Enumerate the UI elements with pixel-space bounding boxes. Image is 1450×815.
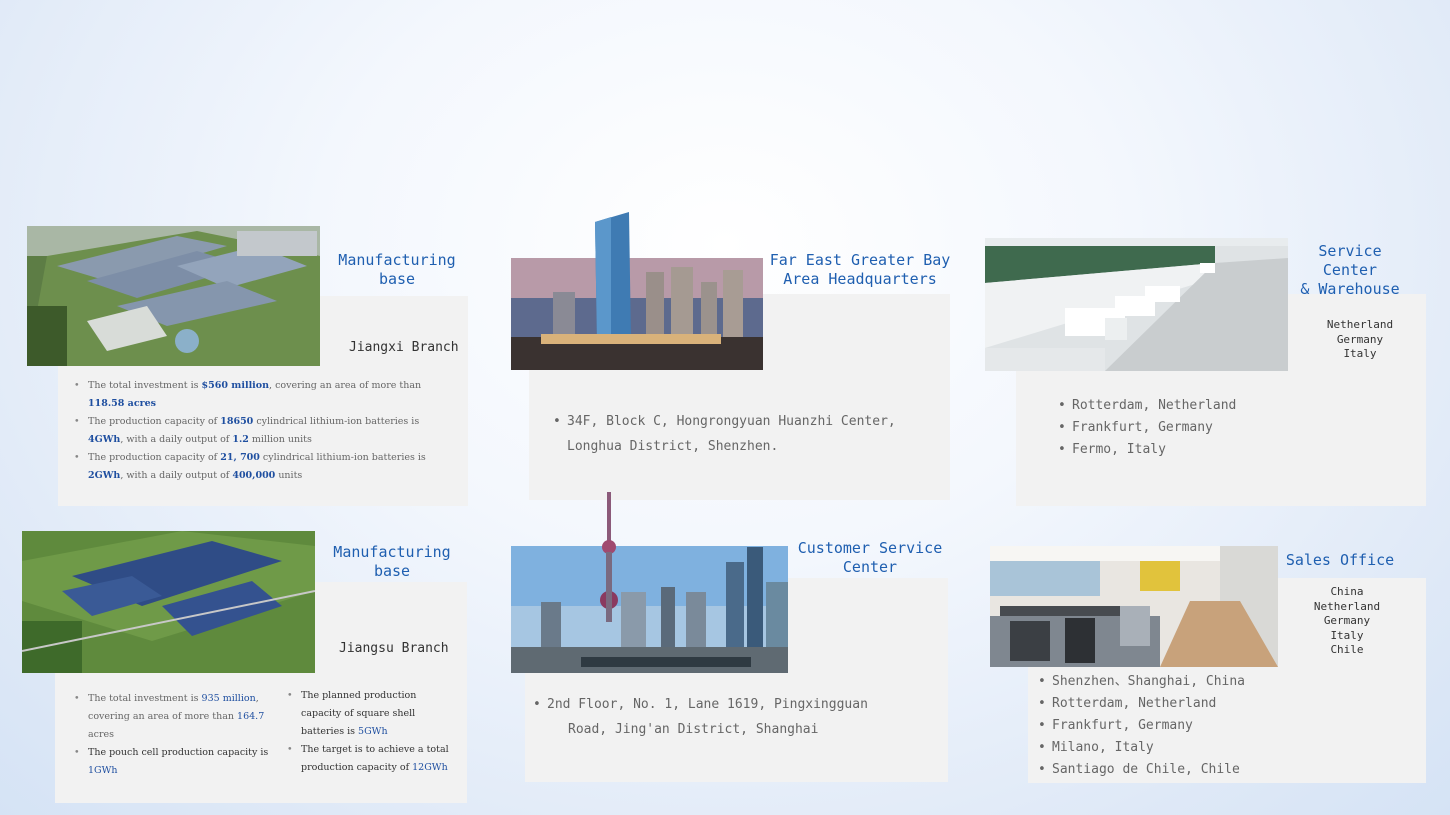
warehouse-title: Service Center & Warehouse [1290, 242, 1410, 299]
jiangxi-branch-label: Jiangxi Branch [349, 340, 459, 355]
warehouse-countries: Netherland Germany Italy [1310, 318, 1410, 362]
list-item: Milano, Italy [1038, 737, 1398, 759]
list-item: The total investment is 935 million, cov… [58, 690, 278, 744]
hq-title: Far East Greater Bay Area Headquarters [765, 251, 955, 289]
csc-title-line2: Center [842, 558, 898, 576]
hq-address: • 34F, Block C, Hongrongyuan Huanzhi Cent… [553, 409, 943, 459]
sales-country: Chile [1330, 643, 1364, 656]
csc-address: • 2nd Floor, No. 1, Lane 1619, Pingxinggu… [533, 692, 933, 742]
hq-title-line1: Far East Greater Bay [769, 251, 951, 269]
sales-title: Sales Office [1285, 551, 1395, 569]
warehouse-locations: Rotterdam, Netherland Frankfurt, Germany… [1058, 395, 1398, 461]
warehouse-image [985, 238, 1288, 371]
list-item: The target is to achieve a total product… [271, 741, 451, 777]
sales-country: Italy [1330, 628, 1364, 642]
sales-country: China [1330, 585, 1364, 598]
sales-country: Germany [1323, 614, 1371, 627]
csc-title-line1: Customer Service [797, 539, 943, 557]
list-item: Rotterdam, Netherland [1058, 395, 1398, 417]
csc-address-line2: Road, Jing'an District, Shanghai [568, 722, 819, 737]
list-item: The production capacity of 21, 700 cylin… [58, 449, 450, 485]
warehouse-country: Germany [1336, 332, 1384, 346]
list-item: Frankfurt, Germany [1038, 715, 1398, 737]
hq-building-image [511, 212, 763, 370]
warehouse-country: Netherland [1326, 318, 1394, 331]
hq-address-line1: 34F, Block C, Hongrongyuan Huanzhi Cente… [567, 414, 896, 429]
csc-title: Customer Service Center [790, 539, 950, 577]
jiangsu-branch-label: Jiangsu Branch [339, 641, 449, 656]
sales-countries: China Netherland Germany Italy Chile [1297, 585, 1397, 658]
list-item: The planned production capacity of squar… [271, 687, 451, 741]
list-item: Santiago de Chile, Chile [1038, 759, 1398, 781]
csc-address-line1: 2nd Floor, No. 1, Lane 1619, Pingxinggua… [547, 697, 868, 712]
jiangxi-title: Manufacturing base [338, 251, 456, 288]
hq-title-line2: Area Headquarters [783, 270, 937, 288]
jiangsu-bullets-left: The total investment is 935 million, cov… [58, 690, 278, 780]
jiangxi-bullets: The total investment is $560 million, co… [58, 377, 450, 485]
list-item: Shenzhen、Shanghai, China [1038, 671, 1398, 693]
warehouse-title-line1: Service Center [1318, 242, 1382, 279]
list-item: The production capacity of 18650 cylindr… [58, 413, 450, 449]
jiangsu-bullets-right: The planned production capacity of squar… [271, 687, 451, 777]
warehouse-title-line2: & Warehouse [1300, 280, 1400, 298]
list-item: The pouch cell production capacity is 1G… [58, 744, 278, 780]
list-item: The total investment is $560 million, co… [58, 377, 450, 413]
sales-office-image [990, 546, 1278, 667]
jiangsu-factory-image [22, 531, 315, 673]
list-item: Frankfurt, Germany [1058, 417, 1398, 439]
list-item: Rotterdam, Netherland [1038, 693, 1398, 715]
csc-shanghai-image [511, 492, 788, 673]
list-item: Fermo, Italy [1058, 439, 1398, 461]
jiangsu-title: Manufacturing base [333, 543, 451, 580]
jiangxi-factory-image [27, 226, 320, 366]
sales-locations: Shenzhen、Shanghai, China Rotterdam, Neth… [1038, 671, 1398, 781]
warehouse-country: Italy [1343, 347, 1377, 360]
hq-address-line2: Longhua District, Shenzhen. [567, 439, 779, 454]
sales-country: Netherland [1313, 599, 1381, 613]
